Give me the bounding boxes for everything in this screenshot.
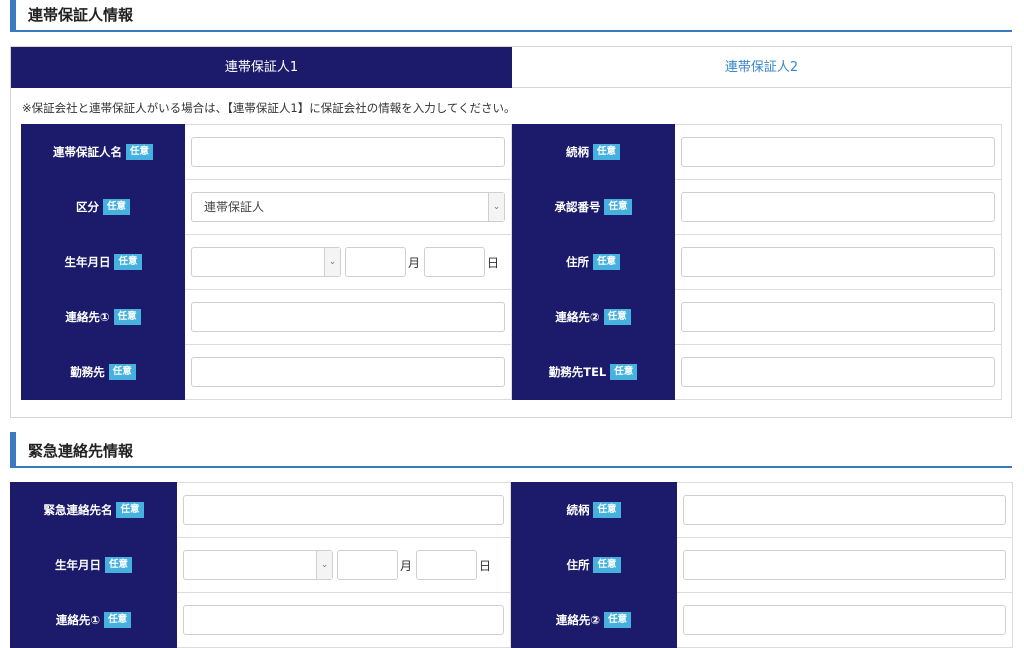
field-label: 連絡先② 任意 [511, 289, 675, 345]
guarantor-section-header: 連帯保証人情報 [10, 0, 1012, 32]
day-unit: 日 [479, 558, 492, 573]
field-label: 勤務先TEL 任意 [511, 344, 675, 400]
optional-badge: 任意 [604, 199, 632, 215]
field-label: 連絡先① 任意 [10, 592, 177, 648]
section-title: 連帯保証人情報 [28, 6, 134, 24]
optional-badge: 任意 [108, 364, 136, 380]
table-row: 連絡先① 任意 連絡先② 任意 [10, 592, 1013, 648]
section-accent-bar [10, 432, 16, 466]
optional-badge: 任意 [603, 309, 631, 325]
tab-guarantor-2[interactable]: 連帯保証人2 [512, 47, 1011, 88]
guarantor-note: ※保証会社と連帯保証人がいる場合は、【連帯保証人1】に保証会社の情報を入力してく… [22, 101, 516, 115]
emergency-birth-day-input[interactable] [416, 550, 478, 580]
birthdate-group: ⌄ 月 日 [191, 247, 505, 277]
table-row: 緊急連絡先名 任意 続柄 任意 [10, 482, 1013, 538]
optional-badge: 任意 [604, 612, 632, 628]
table-row: 区分 任意 連帯保証人 ⌄ 承認番号 任意 [21, 179, 1002, 235]
guarantor-form-table: 連帯保証人名 任意 続柄 任意 区分 任意 連帯保証人 ⌄ 承認番号 任意 生年月日 任意… [21, 124, 1002, 400]
table-row: 勤務先 任意 勤務先TEL 任意 [21, 344, 1002, 400]
optional-badge: 任意 [104, 612, 132, 628]
emergency-birth-year-select[interactable]: ⌄ [183, 550, 333, 580]
optional-badge: 任意 [593, 557, 621, 573]
guarantor-name-input[interactable] [191, 137, 505, 167]
chevron-down-icon: ⌄ [316, 551, 332, 579]
optional-badge: 任意 [113, 309, 141, 325]
field-label: 連帯保証人名 任意 [21, 124, 185, 180]
emergency-form-table: 緊急連絡先名 任意 続柄 任意 生年月日 任意 ⌄ 月 日 住所 任意 連絡先① 任意 連… [10, 482, 1013, 648]
contact-2-input[interactable] [681, 302, 995, 332]
table-row: 生年月日 任意 ⌄ 月 日 住所 任意 [10, 537, 1013, 593]
emergency-contact-name-input[interactable] [183, 495, 504, 525]
day-unit: 日 [487, 255, 500, 270]
field-label: 生年月日 任意 [10, 537, 177, 593]
field-label: 生年月日 任意 [21, 234, 185, 290]
table-row: 生年月日 任意 ⌄ 月 日 住所 任意 [21, 234, 1002, 290]
optional-badge: 任意 [592, 254, 620, 270]
relationship-input[interactable] [681, 137, 995, 167]
workplace-input[interactable] [191, 357, 505, 387]
field-label: 承認番号 任意 [511, 179, 675, 235]
chevron-down-icon: ⌄ [324, 248, 340, 276]
field-label: 住所 任意 [511, 234, 675, 290]
optional-badge: 任意 [114, 254, 142, 270]
field-label: 緊急連絡先名 任意 [10, 482, 177, 538]
field-label: 連絡先② 任意 [510, 592, 677, 648]
month-unit: 月 [408, 255, 421, 270]
emergency-contact-2-input[interactable] [683, 605, 1006, 635]
field-label: 続柄 任意 [511, 124, 675, 180]
approval-number-input[interactable] [681, 192, 995, 222]
field-label: 区分 任意 [21, 179, 185, 235]
section-accent-bar [10, 0, 16, 30]
optional-badge: 任意 [610, 364, 638, 380]
tab-guarantor-1[interactable]: 連帯保証人1 [11, 47, 512, 88]
emergency-address-input[interactable] [683, 550, 1006, 580]
field-label: 住所 任意 [510, 537, 677, 593]
optional-badge: 任意 [593, 502, 621, 518]
optional-badge: 任意 [592, 144, 620, 160]
optional-badge: 任意 [125, 144, 153, 160]
emergency-section-header: 緊急連絡先情報 [10, 432, 1012, 468]
contact-1-input[interactable] [191, 302, 505, 332]
emergency-birthdate-group: ⌄ 月 日 [183, 550, 504, 580]
section-title: 緊急連絡先情報 [28, 442, 134, 460]
month-unit: 月 [400, 558, 413, 573]
table-row: 連絡先① 任意 連絡先② 任意 [21, 289, 1002, 345]
address-input[interactable] [681, 247, 995, 277]
field-label: 続柄 任意 [510, 482, 677, 538]
guarantor-tabs: 連帯保証人1 連帯保証人2 [11, 47, 1011, 88]
category-select[interactable]: 連帯保証人 ⌄ [191, 192, 505, 222]
birth-month-input[interactable] [345, 247, 406, 277]
optional-badge: 任意 [104, 557, 132, 573]
chevron-down-icon: ⌄ [488, 193, 504, 221]
emergency-birth-month-input[interactable] [337, 550, 398, 580]
birth-day-input[interactable] [424, 247, 486, 277]
table-row: 連帯保証人名 任意 続柄 任意 [21, 124, 1002, 180]
optional-badge: 任意 [102, 199, 130, 215]
field-label: 連絡先① 任意 [21, 289, 185, 345]
optional-badge: 任意 [116, 502, 144, 518]
emergency-relationship-input[interactable] [683, 495, 1006, 525]
workplace-tel-input[interactable] [681, 357, 995, 387]
birth-year-select[interactable]: ⌄ [191, 247, 341, 277]
emergency-contact-1-input[interactable] [183, 605, 504, 635]
field-label: 勤務先 任意 [21, 344, 185, 400]
